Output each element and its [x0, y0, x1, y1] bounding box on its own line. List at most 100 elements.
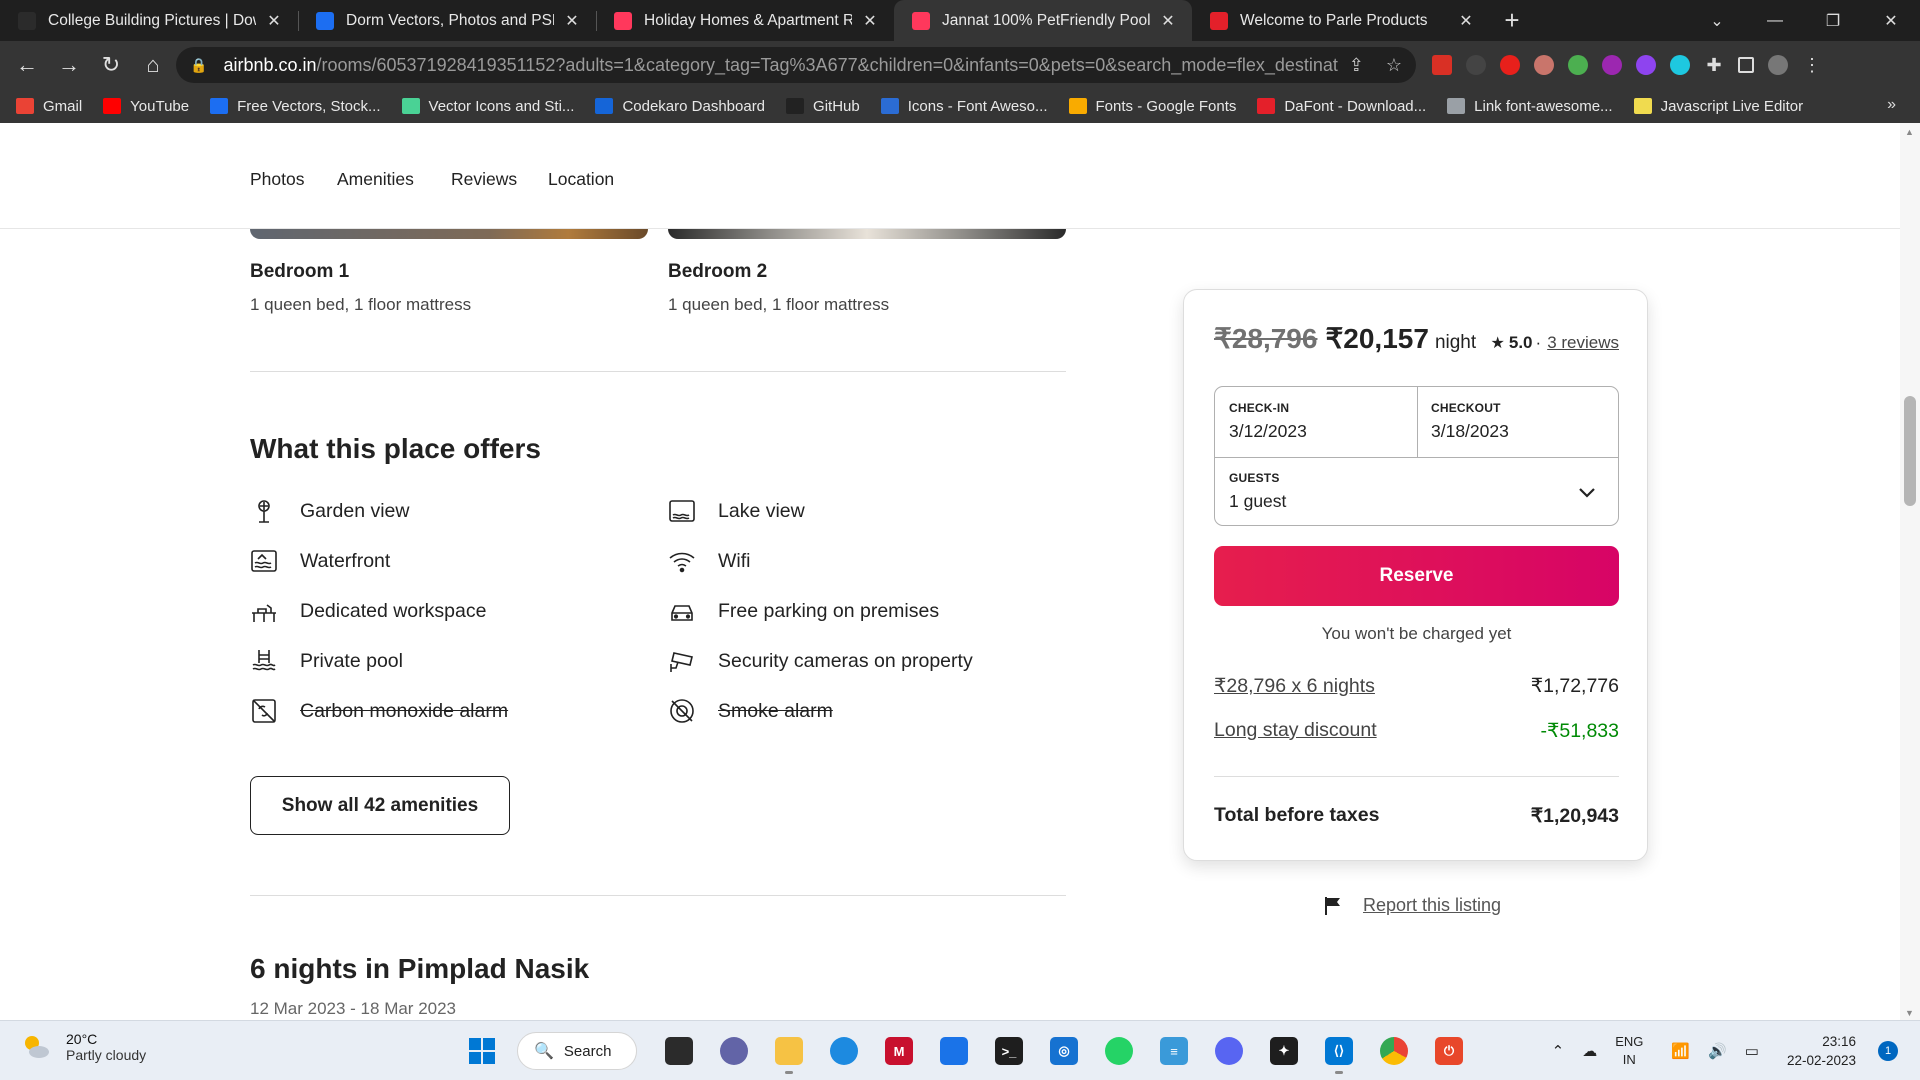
report-listing[interactable]: Report this listing — [1323, 895, 1501, 916]
close-tab-icon[interactable]: ✕ — [264, 11, 284, 31]
store-button[interactable] — [934, 1031, 974, 1071]
long-stay-discount-link[interactable]: Long stay discount — [1214, 719, 1377, 743]
kebab-menu-icon[interactable]: ⋮ — [1802, 55, 1822, 75]
new-tab-button[interactable]: + — [1490, 0, 1534, 41]
tab-search-icon[interactable]: ⌄ — [1688, 0, 1746, 41]
extension-icon[interactable] — [1670, 55, 1690, 75]
start-button[interactable] — [462, 1031, 502, 1071]
dafont-icon — [1257, 98, 1276, 114]
notification-badge[interactable]: 1 — [1878, 1041, 1898, 1061]
weather-widget[interactable]: 20°C Partly cloudy — [20, 1031, 146, 1063]
figma-button[interactable]: ✦ — [1264, 1031, 1304, 1071]
extension-icon[interactable] — [1636, 55, 1656, 75]
bookmark-item[interactable]: Link font-awesome... — [1447, 98, 1613, 115]
checkin-field[interactable]: CHECK-IN 3/12/2023 — [1229, 401, 1409, 449]
show-all-amenities-button[interactable]: Show all 42 amenities — [250, 776, 510, 835]
taskbar-search[interactable]: 🔍 Search — [517, 1032, 637, 1070]
extension-icon[interactable] — [1466, 55, 1486, 75]
extension-icon[interactable] — [1432, 55, 1452, 75]
bookmark-item[interactable]: DaFont - Download... — [1257, 98, 1426, 115]
language-indicator[interactable]: ENG IN — [1615, 1033, 1643, 1069]
bookmark-item[interactable]: Codekaro Dashboard — [595, 98, 765, 115]
browser-tab[interactable]: Welcome to Parle Products ✕ — [1192, 0, 1490, 41]
lock-icon[interactable]: 🔒 — [190, 57, 207, 74]
bookmark-item[interactable]: Gmail — [16, 98, 82, 115]
edge-button[interactable] — [824, 1031, 864, 1071]
extension-icon[interactable] — [1602, 55, 1622, 75]
bookmark-item[interactable]: Fonts - Google Fonts — [1068, 98, 1236, 115]
show-hidden-icons-icon[interactable]: ⌃ — [1552, 1042, 1565, 1060]
nav-reviews[interactable]: Reviews — [451, 169, 517, 190]
page-scrollbar[interactable]: ▲ ▼ — [1900, 123, 1920, 1020]
report-listing-link[interactable]: Report this listing — [1363, 895, 1501, 916]
file-explorer-button[interactable] — [769, 1031, 809, 1074]
bookmark-star-icon[interactable]: ☆ — [1386, 55, 1402, 76]
teams-chat-button[interactable] — [714, 1031, 754, 1071]
terminal-button[interactable]: >_ — [989, 1031, 1029, 1071]
nav-location[interactable]: Location — [548, 169, 614, 190]
nav-photos[interactable]: Photos — [250, 169, 304, 190]
browser-tab[interactable]: College Building Pictures | Downl ✕ — [0, 0, 298, 41]
bookmark-item[interactable]: Javascript Live Editor — [1633, 98, 1803, 115]
side-panel-icon[interactable] — [1738, 57, 1754, 73]
app-button[interactable]: ◎ — [1044, 1031, 1084, 1071]
clock[interactable]: 23:16 22-02-2023 — [1787, 1032, 1856, 1070]
close-window-button[interactable]: ✕ — [1862, 0, 1920, 41]
extension-icon[interactable] — [1500, 55, 1520, 75]
bedroom-1-photo[interactable] — [250, 229, 648, 239]
whatsapp-button[interactable] — [1099, 1031, 1139, 1071]
vscode-button[interactable]: ⟨⟩ — [1319, 1031, 1359, 1074]
onedrive-icon[interactable]: ☁ — [1582, 1042, 1597, 1060]
battery-icon[interactable]: ▭ — [1745, 1042, 1759, 1060]
power-app-button[interactable]: ⏻ — [1429, 1031, 1469, 1071]
chrome-button[interactable] — [1374, 1031, 1414, 1071]
amenity-wifi: Wifi — [668, 547, 751, 575]
scroll-down-arrow[interactable]: ▼ — [1905, 1008, 1914, 1018]
volume-icon[interactable]: 🔊 — [1708, 1042, 1727, 1060]
chevron-down-icon[interactable] — [1576, 481, 1598, 503]
browser-toolbar: ← → ↻ ⌂ 🔒 airbnb.co.in /rooms/6053719284… — [0, 41, 1920, 89]
browser-tab[interactable]: Holiday Homes & Apartment Rer ✕ — [596, 0, 894, 41]
discord-button[interactable] — [1209, 1031, 1249, 1071]
bedroom-2-photo[interactable] — [668, 229, 1066, 239]
section-divider — [250, 895, 1066, 896]
task-view-button[interactable] — [659, 1031, 699, 1071]
scrollbar-thumb[interactable] — [1904, 396, 1916, 506]
extension-icon[interactable] — [1568, 55, 1588, 75]
browser-tab[interactable]: Dorm Vectors, Photos and PSD fi ✕ — [298, 0, 596, 41]
wifi-tray-icon[interactable]: 📶 — [1671, 1042, 1690, 1060]
bookmark-item[interactable]: Free Vectors, Stock... — [210, 98, 381, 115]
guests-field[interactable]: GUESTS 1 guest — [1229, 471, 1599, 519]
forward-button[interactable]: → — [48, 47, 90, 83]
notepad-button[interactable]: ≡ — [1154, 1031, 1194, 1071]
home-button[interactable]: ⌂ — [132, 47, 174, 83]
close-tab-icon[interactable]: ✕ — [562, 11, 582, 31]
workspace-icon — [252, 604, 276, 622]
extension-icon[interactable] — [1534, 55, 1554, 75]
nav-amenities[interactable]: Amenities — [337, 169, 414, 190]
bookmark-item[interactable]: GitHub — [786, 98, 860, 115]
bookmark-item[interactable]: YouTube — [103, 98, 189, 115]
browser-tab[interactable]: Jannat 100% PetFriendly Pool vill ✕ — [894, 0, 1192, 41]
profile-avatar[interactable] — [1768, 55, 1788, 75]
bookmarks-overflow-icon[interactable]: » — [1887, 96, 1896, 114]
mcafee-button[interactable]: M — [879, 1031, 919, 1071]
weather-temp: 20°C — [66, 1031, 98, 1047]
minimize-button[interactable]: — — [1746, 0, 1804, 41]
nights-breakdown-link[interactable]: ₹28,796 x 6 nights — [1214, 674, 1375, 698]
bookmark-item[interactable]: Icons - Font Aweso... — [880, 98, 1048, 115]
share-icon[interactable]: ⇪ — [1349, 55, 1364, 76]
close-tab-icon[interactable]: ✕ — [860, 11, 880, 31]
close-tab-icon[interactable]: ✕ — [1456, 11, 1476, 31]
back-button[interactable]: ← — [6, 47, 48, 83]
reload-button[interactable]: ↻ — [90, 47, 132, 83]
puzzle-extensions-icon[interactable]: ✚ — [1704, 55, 1724, 75]
scroll-up-arrow[interactable]: ▲ — [1905, 127, 1914, 137]
restore-button[interactable]: ❐ — [1804, 0, 1862, 41]
reserve-button[interactable]: Reserve — [1214, 546, 1619, 606]
reviews-link[interactable]: 3 reviews — [1547, 333, 1619, 353]
close-tab-icon[interactable]: ✕ — [1158, 11, 1178, 31]
checkout-field[interactable]: CHECKOUT 3/18/2023 — [1431, 401, 1611, 449]
bookmark-item[interactable]: Vector Icons and Sti... — [401, 98, 574, 115]
address-bar[interactable]: 🔒 airbnb.co.in /rooms/605371928419351152… — [176, 47, 1416, 83]
